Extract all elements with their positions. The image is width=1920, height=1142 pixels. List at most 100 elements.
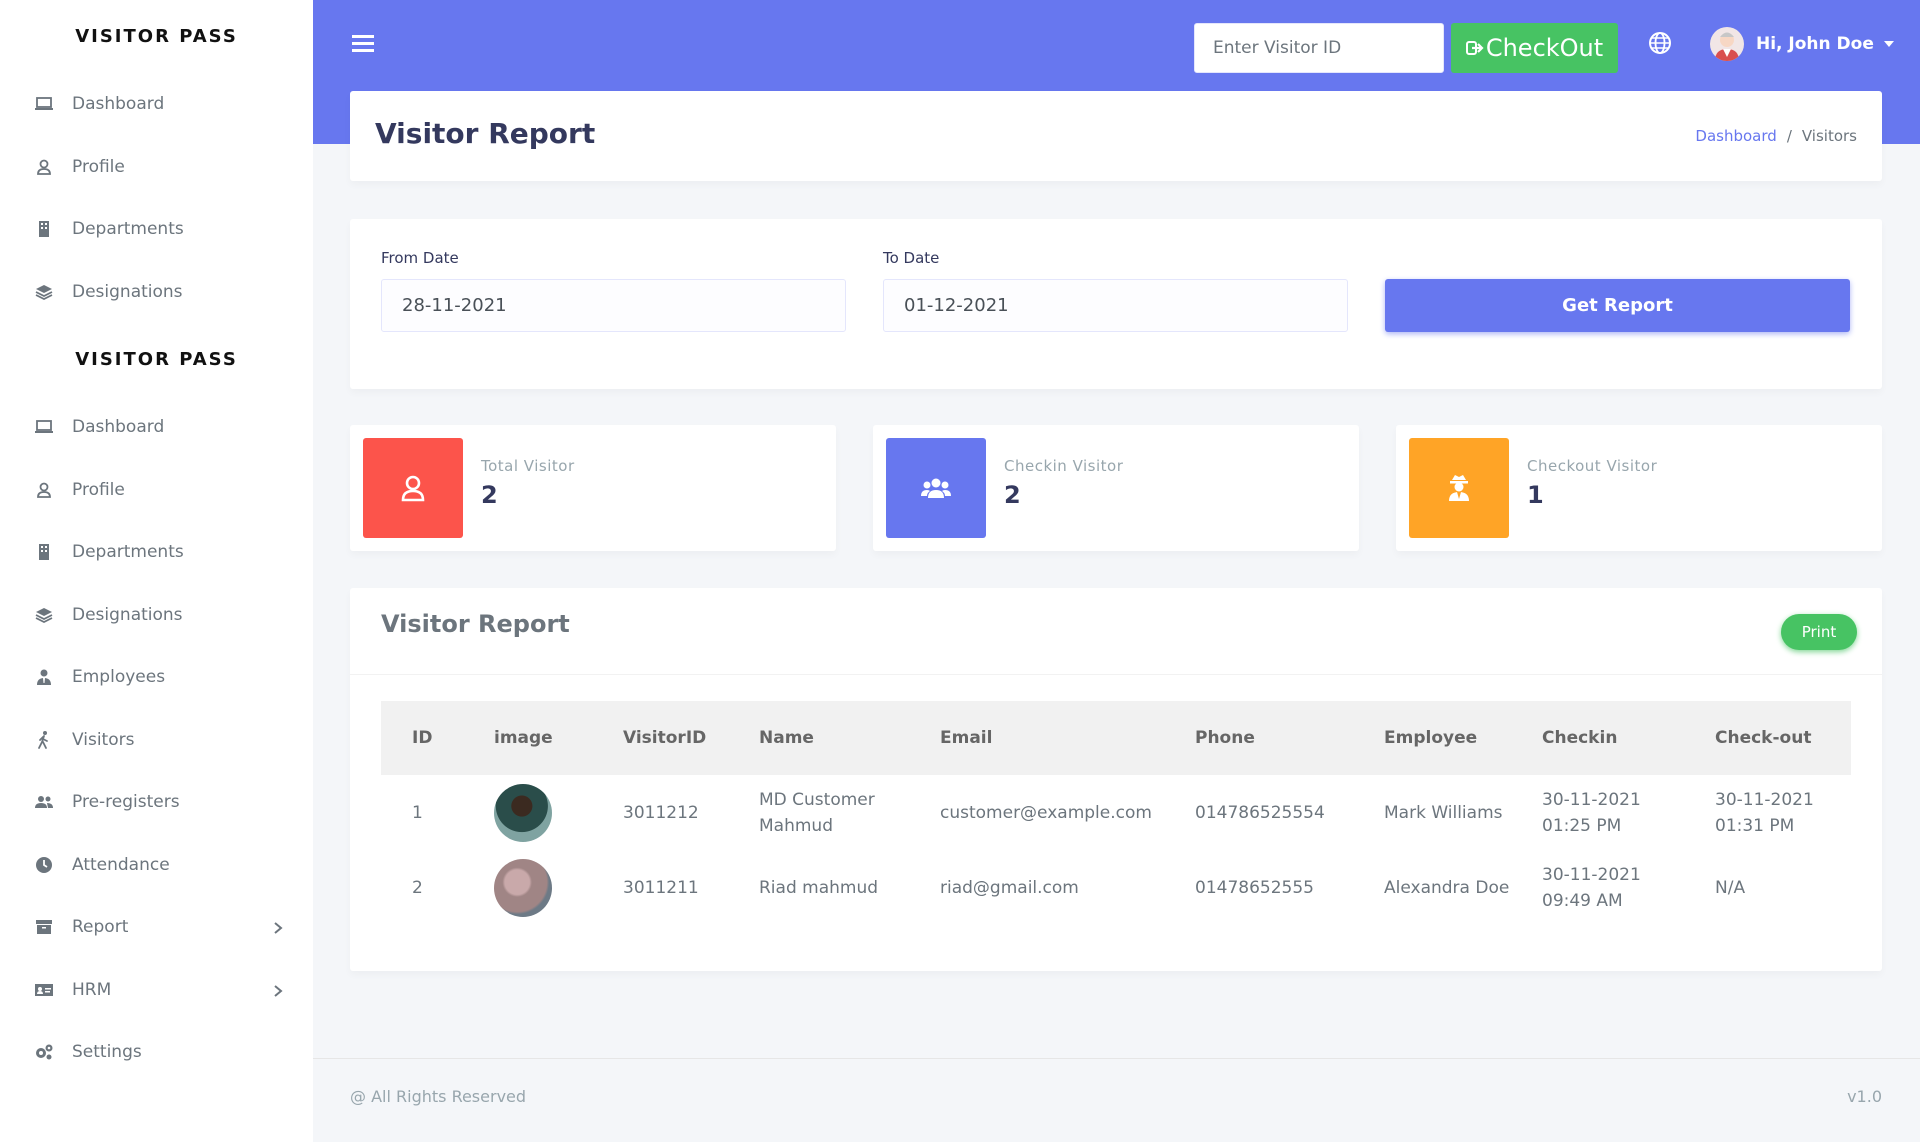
to-date-label: To Date [883,249,940,267]
user-icon [363,438,463,538]
users-icon [886,438,986,538]
page-header-card: Visitor Report Dashboard / Visitors [350,91,1882,181]
breadcrumb-dashboard-link[interactable]: Dashboard [1695,127,1776,145]
sidebar-item-label: Settings [72,1042,142,1063]
visitor-table: ID image VisitorID Name Email Phone Empl… [381,701,1851,925]
page-title: Visitor Report [375,117,596,150]
building-icon [34,542,54,562]
visitor-photo [494,783,552,842]
sidebar-item-departments[interactable]: Departments [0,521,313,584]
sidebar-item-hrm[interactable]: HRM [0,959,313,1022]
user-friends-icon [34,792,54,812]
sidebar-item-designations[interactable]: Designations [0,261,313,324]
from-date-input[interactable] [381,279,846,332]
from-date-label: From Date [381,249,459,267]
visitor-report-card: Visitor Report Print ID image VisitorID … [350,588,1882,971]
sidebar-item-label: HRM [72,979,112,1000]
divider [350,674,1882,675]
breadcrumb: Dashboard / Visitors [1695,127,1857,145]
footer-version: v1.0 [1847,1087,1882,1106]
column-header[interactable]: Name [728,701,909,775]
cell-checkin: 30-11-2021 01:25 PM [1542,789,1641,836]
column-header[interactable]: image [463,701,592,775]
sidebar-item-label: Visitors [72,729,135,750]
table-header-row: ID image VisitorID Name Email Phone Empl… [381,701,1851,775]
column-header[interactable]: Check-out [1684,701,1851,775]
report-title: Visitor Report [381,610,570,638]
walking-icon [34,730,54,750]
column-header[interactable]: Checkin [1511,701,1684,775]
globe-icon[interactable] [1648,31,1672,55]
sidebar-item-profile[interactable]: Profile [0,459,313,522]
building-icon [34,219,54,239]
sidebar-item-pre-registers[interactable]: Pre-registers [0,771,313,834]
table-row: 2 3011211 Riad mahmud riad@gmail.com 014… [381,850,1851,925]
column-header[interactable]: VisitorID [592,701,728,775]
visitor-photo [494,858,552,917]
column-header[interactable]: Email [909,701,1164,775]
table-row: 1 3011212 MD Customer Mahmud customer@ex… [381,775,1851,850]
user-tie-icon [34,667,54,687]
caret-down-icon [1883,41,1894,47]
get-report-button[interactable]: Get Report [1385,279,1850,332]
column-header[interactable]: Phone [1164,701,1353,775]
sidebar-item-label: Designations [72,604,183,625]
sidebar-item-label: Designations [72,281,183,302]
cell-visitor-id: 3011212 [623,802,699,823]
sidebar-brand[interactable]: VISITOR PASS [0,0,313,73]
to-date-input[interactable] [883,279,1348,332]
layers-icon [34,605,54,625]
cell-name: MD Customer Mahmud [759,789,875,836]
sidebar: VISITOR PASS Dashboard Profile Departmen… [0,0,313,1142]
sidebar-item-profile[interactable]: Profile [0,136,313,199]
sidebar-item-designations[interactable]: Designations [0,584,313,647]
laptop-icon [34,417,54,437]
sidebar-item-report[interactable]: Report [0,896,313,959]
sidebar-brand-secondary[interactable]: VISITOR PASS [0,323,313,396]
hamburger-menu-icon[interactable] [352,32,374,54]
user-dropdown[interactable]: Hi, John Doe [1710,26,1894,62]
chevron-right-icon [271,920,285,935]
sidebar-item-label: Profile [72,156,125,177]
cell-phone: 01478652555 [1195,877,1314,898]
sidebar-item-attendance[interactable]: Attendance [0,834,313,897]
stat-label: Total Visitor [481,457,575,475]
cell-id: 1 [412,802,423,823]
checkout-visitor-card: Checkout Visitor 1 [1396,425,1882,551]
cell-checkout: 30-11-2021 01:31 PM [1715,789,1814,836]
cell-phone: 014786525554 [1195,802,1325,823]
sidebar-item-label: Dashboard [72,94,165,115]
clock-icon [34,855,54,875]
sidebar-item-employees[interactable]: Employees [0,646,313,709]
stat-value: 2 [1004,481,1021,509]
checkout-button[interactable]: CheckOut [1451,23,1618,73]
user-icon [34,157,54,177]
cell-checkin: 30-11-2021 09:49 AM [1542,864,1641,911]
cogs-icon [34,1042,54,1062]
visitor-id-input[interactable] [1194,23,1444,73]
stat-value: 1 [1527,481,1544,509]
sidebar-item-visitors[interactable]: Visitors [0,709,313,772]
sidebar-item-label: Profile [72,479,125,500]
cell-visitor-id: 3011211 [623,877,699,898]
cell-image [463,775,592,850]
user-icon [34,480,54,500]
sidebar-item-settings[interactable]: Settings [0,1021,313,1084]
total-visitor-card: Total Visitor 2 [350,425,836,551]
sidebar-item-departments[interactable]: Departments [0,198,313,261]
cell-checkout: N/A [1715,877,1746,898]
column-header[interactable]: Employee [1353,701,1511,775]
cell-employee: Alexandra Doe [1384,877,1510,898]
column-header[interactable]: ID [381,701,463,775]
sidebar-item-label: Attendance [72,854,170,875]
archive-icon [34,917,54,937]
stat-value: 2 [481,481,498,509]
print-button[interactable]: Print [1781,614,1857,650]
sidebar-item-label: Departments [72,219,184,240]
cell-email: riad@gmail.com [940,877,1079,898]
breadcrumb-current: Visitors [1801,127,1857,145]
layers-icon [34,282,54,302]
laptop-icon [34,94,54,114]
sidebar-item-dashboard[interactable]: Dashboard [0,396,313,459]
sidebar-item-dashboard[interactable]: Dashboard [0,73,313,136]
